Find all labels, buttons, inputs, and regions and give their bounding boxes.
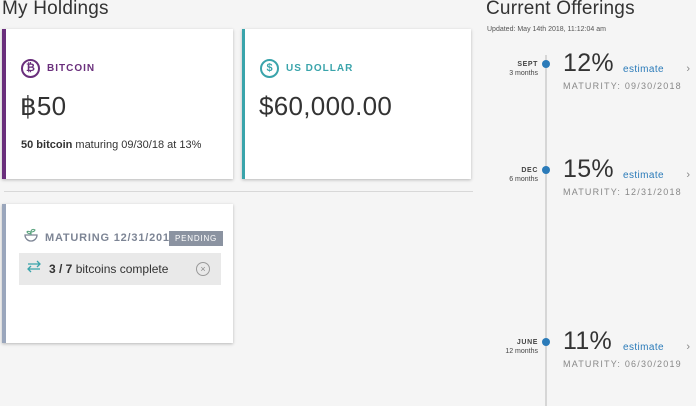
pending-progress-text: 3 / 7 bitcoins complete: [49, 262, 168, 276]
offering-maturity: MATURITY: 06/30/2019: [563, 359, 682, 369]
timeline-dot: [542, 338, 550, 346]
holdings-title: My Holdings: [2, 0, 109, 19]
offering-term: 6 months: [509, 176, 538, 183]
bitcoin-card-header: ₿ BITCOIN: [21, 59, 95, 78]
offerings-updated-timestamp: Updated: May 14th 2018, 11:12:04 am: [487, 26, 606, 33]
bitcoin-label: BITCOIN: [47, 63, 96, 74]
usd-label: US DOLLAR: [286, 63, 354, 74]
usd-amount: $60,000.00: [259, 91, 393, 121]
pending-header: MATURING 12/31/2018: [23, 228, 177, 247]
chevron-right-icon[interactable]: ›: [686, 341, 690, 353]
pending-maturity-card[interactable]: MATURING 12/31/2018 PENDING 3 / 7 bitcoi…: [2, 204, 233, 343]
offering-estimate-link[interactable]: estimate: [623, 170, 664, 181]
timeline-dot: [542, 60, 550, 68]
offering-rate: 12%: [563, 49, 614, 77]
pending-badge: PENDING: [169, 231, 224, 246]
offerings-title: Current Offerings: [486, 0, 635, 19]
bitcoin-note-amount: 50 bitcoin: [21, 139, 73, 151]
close-icon[interactable]: ×: [196, 262, 210, 276]
offering-maturity: MATURITY: 12/31/2018: [563, 187, 682, 197]
pending-progress-label: bitcoins complete: [75, 262, 169, 276]
offering-term: 12 months: [505, 348, 538, 355]
bitcoin-icon: ₿: [21, 59, 40, 78]
timeline-dot: [542, 166, 550, 174]
seedling-icon: [23, 228, 39, 247]
offering-estimate-link[interactable]: estimate: [623, 64, 664, 75]
dollar-icon: $: [260, 59, 279, 78]
offering-month: SEPT: [517, 61, 538, 68]
offering-rate: 11%: [563, 327, 613, 355]
usd-card-header: $ US DOLLAR: [260, 59, 353, 78]
offering-rate: 15%: [563, 155, 614, 183]
chevron-right-icon[interactable]: ›: [686, 169, 690, 181]
offering-estimate-link[interactable]: estimate: [623, 342, 664, 353]
bitcoin-note-text: maturing 09/30/18 at 13%: [75, 139, 202, 151]
offering-maturity: MATURITY: 09/30/2018: [563, 81, 682, 91]
offering-month: JUNE: [516, 339, 538, 346]
bitcoin-note: 50 bitcoin maturing 09/30/18 at 13%: [21, 139, 201, 151]
pending-progress: 3 / 7 bitcoins complete ×: [19, 253, 221, 285]
offering-item-june[interactable]: JUNE 12 months 11% estimate › MATURITY: …: [470, 327, 696, 395]
pending-progress-count: 3 / 7: [49, 262, 73, 276]
offering-term: 3 months: [509, 70, 538, 77]
usd-holding-card[interactable]: $ US DOLLAR $60,000.00: [242, 29, 471, 179]
pending-maturity-label: MATURING 12/31/2018: [45, 231, 177, 244]
offering-item-dec[interactable]: DEC 6 months 15% estimate › MATURITY: 12…: [470, 155, 696, 223]
section-divider: [4, 191, 473, 192]
offering-item-sept[interactable]: SEPT 3 months 12% estimate › MATURITY: 0…: [470, 49, 696, 117]
bitcoin-amount: ฿50: [20, 91, 67, 121]
bitcoin-holding-card[interactable]: ₿ BITCOIN ฿50 50 bitcoin maturing 09/30/…: [2, 29, 233, 179]
offering-month: DEC: [521, 167, 538, 174]
transfer-icon: [26, 260, 42, 278]
chevron-right-icon[interactable]: ›: [686, 63, 690, 75]
